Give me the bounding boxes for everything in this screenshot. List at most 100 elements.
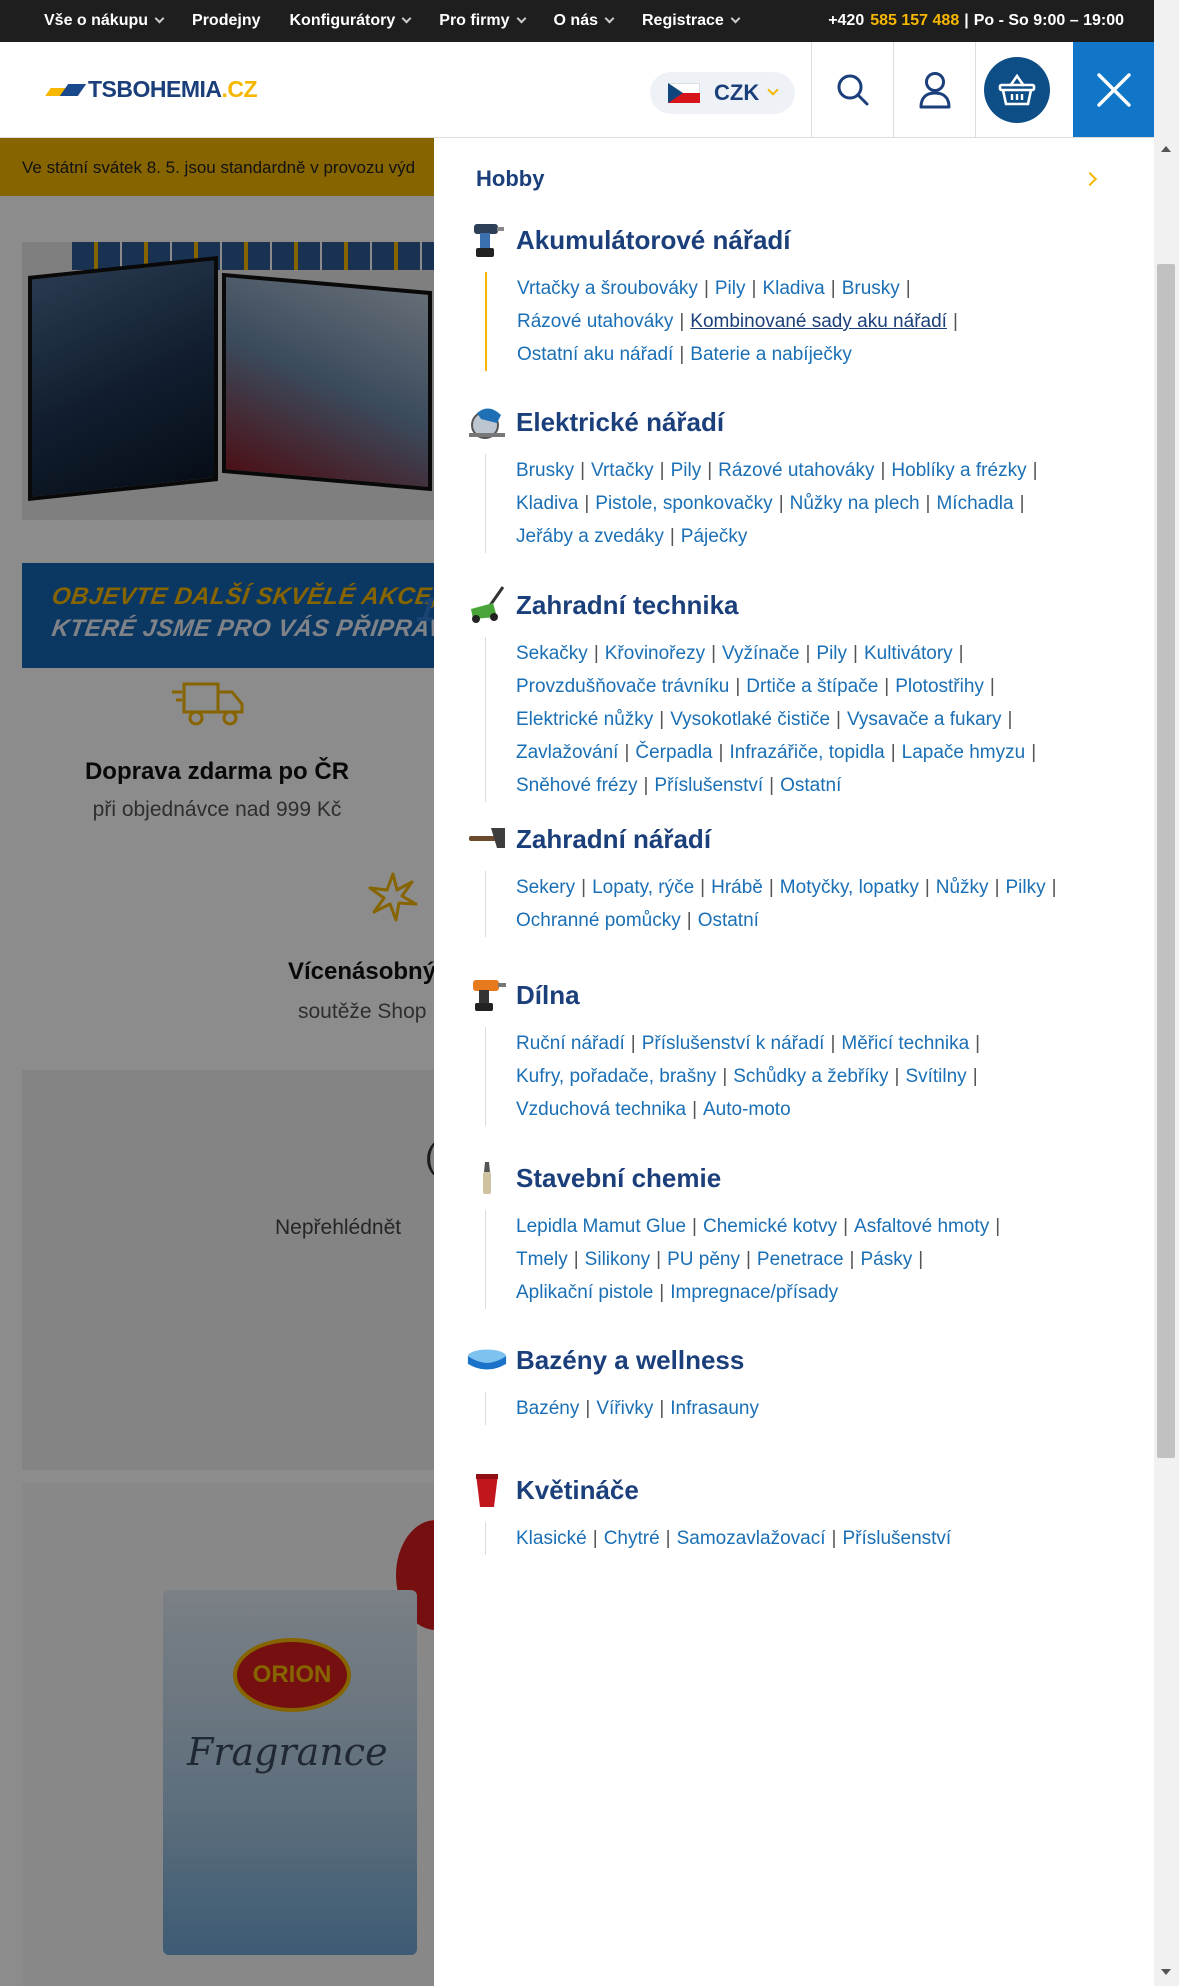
subcategory-link[interactable]: Aplikační pistole xyxy=(516,1282,653,1303)
close-menu-button[interactable] xyxy=(1073,42,1154,137)
subcategory-link[interactable]: Ostatní aku nářadí xyxy=(517,344,673,365)
subcategory-link[interactable]: Míchadla xyxy=(936,493,1013,514)
subcategory-link[interactable]: Vrtačky xyxy=(591,460,654,481)
subcategory-link[interactable]: Příslušenství xyxy=(654,775,763,796)
menu-header[interactable]: Hobby xyxy=(476,166,1101,192)
category-header[interactable]: Květináče xyxy=(466,1468,1126,1512)
subcategory-link[interactable]: Brusky xyxy=(842,278,900,299)
site-logo[interactable]: TSBOHEMIA.CZ xyxy=(44,76,258,103)
subcategory-link[interactable]: Kufry, pořadače, brašny xyxy=(516,1066,716,1087)
scroll-down-arrow-icon[interactable] xyxy=(1161,1969,1171,1975)
cart-button[interactable] xyxy=(975,42,1057,137)
subcategory-link[interactable]: Zavlažování xyxy=(516,742,618,763)
top-nav-item[interactable]: Konfigurátory xyxy=(290,12,412,30)
subcategory-link[interactable]: Páječky xyxy=(681,526,748,547)
subcategory-link[interactable]: Infrasauny xyxy=(670,1398,759,1419)
subcategory-link[interactable]: Nůžky xyxy=(936,877,989,898)
subcategory-link[interactable]: Bazény xyxy=(516,1398,579,1419)
subcategory-link[interactable]: Plotostřihy xyxy=(895,676,984,697)
scrollbar-thumb[interactable] xyxy=(1157,264,1175,1458)
subcategory-link[interactable]: Rázové utahováky xyxy=(718,460,874,481)
subcategory-link[interactable]: Vzduchová technika xyxy=(516,1099,686,1120)
subcategory-link[interactable]: Ostatní xyxy=(698,910,759,931)
subcategory-link[interactable]: Příslušenství k nářadí xyxy=(642,1033,825,1054)
subcategory-link[interactable]: Provzdušňovače trávníku xyxy=(516,676,729,697)
category-header[interactable]: Zahradní nářadí xyxy=(466,817,1126,861)
subcategory-link[interactable]: Infrazářiče, topidla xyxy=(729,742,884,763)
subcategory-link[interactable]: Pily xyxy=(671,460,702,481)
subcategory-link[interactable]: Impregnace/přísady xyxy=(670,1282,838,1303)
subcategory-link[interactable]: Kladiva xyxy=(516,493,578,514)
subcategory-link[interactable]: Chytré xyxy=(604,1528,660,1549)
subcategory-link[interactable]: Pily xyxy=(715,278,746,299)
search-button[interactable] xyxy=(811,42,893,137)
currency-selector[interactable]: CZK xyxy=(650,72,795,114)
top-nav-item[interactable]: Pro firmy xyxy=(439,12,526,30)
subcategory-link[interactable]: Brusky xyxy=(516,460,574,481)
subcategory-link[interactable]: Drtiče a štípače xyxy=(746,676,878,697)
category-header[interactable]: Stavební chemie xyxy=(466,1156,1126,1200)
subcategory-link[interactable]: Sněhové frézy xyxy=(516,775,637,796)
subcategory-link[interactable]: Příslušenství xyxy=(842,1528,951,1549)
subcategory-link[interactable]: Sekery xyxy=(516,877,575,898)
category-header[interactable]: Dílna xyxy=(466,973,1126,1017)
top-nav-item[interactable]: Prodejny xyxy=(192,12,260,30)
subcategory-link[interactable]: Rázové utahováky xyxy=(517,311,673,332)
subcategory-link[interactable]: Nůžky na plech xyxy=(790,493,920,514)
subcategory-link[interactable]: Pily xyxy=(816,643,847,664)
subcategory-link[interactable]: Tmely xyxy=(516,1249,568,1270)
subcategory-link[interactable]: Vysokotlaké čističe xyxy=(670,709,830,730)
link-separator: | xyxy=(580,460,586,481)
subcategory-link[interactable]: Ruční nářadí xyxy=(516,1033,625,1054)
subcategory-row: Rázové utahováky | Kombinované sady aku ná… xyxy=(517,305,1126,338)
subcategory-link[interactable]: Lopaty, rýče xyxy=(592,877,694,898)
subcategory-link[interactable]: Lepidla Mamut Glue xyxy=(516,1216,686,1237)
scroll-up-arrow-icon[interactable] xyxy=(1161,146,1171,152)
subcategory-link[interactable]: Měřicí technika xyxy=(841,1033,969,1054)
subcategory-link[interactable]: Svítilny xyxy=(905,1066,966,1087)
subcategory-link[interactable]: Motyčky, lopatky xyxy=(780,877,919,898)
category-header[interactable]: Elektrické nářadí xyxy=(466,400,1126,444)
subcategory-link[interactable]: Kladiva xyxy=(762,278,824,299)
subcategory-link[interactable]: Lapače hmyzu xyxy=(902,742,1026,763)
subcategory-link[interactable]: Ostatní xyxy=(780,775,841,796)
subcategory-link[interactable]: Sekačky xyxy=(516,643,588,664)
subcategory-link[interactable]: PU pěny xyxy=(667,1249,740,1270)
category-header[interactable]: Bazény a wellness xyxy=(466,1338,1126,1382)
top-nav-item[interactable]: Registrace xyxy=(642,12,741,30)
subcategory-link[interactable]: Vrtačky a šroubováky xyxy=(517,278,698,299)
subcategory-link[interactable]: Pilky xyxy=(1006,877,1046,898)
subcategory-link[interactable]: Jeřáby a zvedáky xyxy=(516,526,664,547)
subcategory-link[interactable]: Samozavlažovací xyxy=(677,1528,826,1549)
subcategory-link[interactable]: Pásky xyxy=(860,1249,912,1270)
page-scrollbar[interactable] xyxy=(1154,0,1179,1986)
subcategory-link[interactable]: Vířivky xyxy=(596,1398,653,1419)
category-header[interactable]: Akumulátorové nářadí xyxy=(466,218,1126,262)
subcategory-link[interactable]: Silikony xyxy=(585,1249,650,1270)
phone-number[interactable]: 585 157 488 xyxy=(870,12,959,30)
subcategory-link[interactable]: Pistole, sponkovačky xyxy=(595,493,772,514)
subcategory-link[interactable]: Klasické xyxy=(516,1528,587,1549)
subcategory-link[interactable]: Penetrace xyxy=(757,1249,844,1270)
subcategory-link[interactable]: Hoblíky a frézky xyxy=(891,460,1026,481)
subcategory-link[interactable]: Baterie a nabíječky xyxy=(690,344,852,365)
subcategory-link[interactable]: Schůdky a žebříky xyxy=(733,1066,888,1087)
subcategory-link[interactable]: Kombinované sady aku nářadí xyxy=(690,311,947,332)
top-nav-item[interactable]: Vše o nákupu xyxy=(44,12,165,30)
subcategory-link[interactable]: Auto-moto xyxy=(703,1099,791,1120)
dim-overlay[interactable] xyxy=(0,138,434,1986)
top-nav-item[interactable]: O nás xyxy=(554,12,615,30)
subcategory-link[interactable]: Křovinořezy xyxy=(605,643,705,664)
subcategory-link[interactable]: Ochranné pomůcky xyxy=(516,910,681,931)
subcategory-link[interactable]: Vysavače a fukary xyxy=(847,709,1002,730)
category-header[interactable]: Zahradní technika xyxy=(466,583,1126,627)
account-button[interactable] xyxy=(893,42,975,137)
subcategory-link[interactable]: Kultivátory xyxy=(864,643,953,664)
subcategory-link[interactable]: Vyžínače xyxy=(722,643,799,664)
subcategory-link[interactable]: Čerpadla xyxy=(635,742,712,763)
subcategory-link[interactable]: Asfaltové hmoty xyxy=(854,1216,989,1237)
search-icon xyxy=(837,74,868,105)
subcategory-link[interactable]: Hrábě xyxy=(711,877,763,898)
subcategory-link[interactable]: Elektrické nůžky xyxy=(516,709,653,730)
subcategory-link[interactable]: Chemické kotvy xyxy=(703,1216,837,1237)
